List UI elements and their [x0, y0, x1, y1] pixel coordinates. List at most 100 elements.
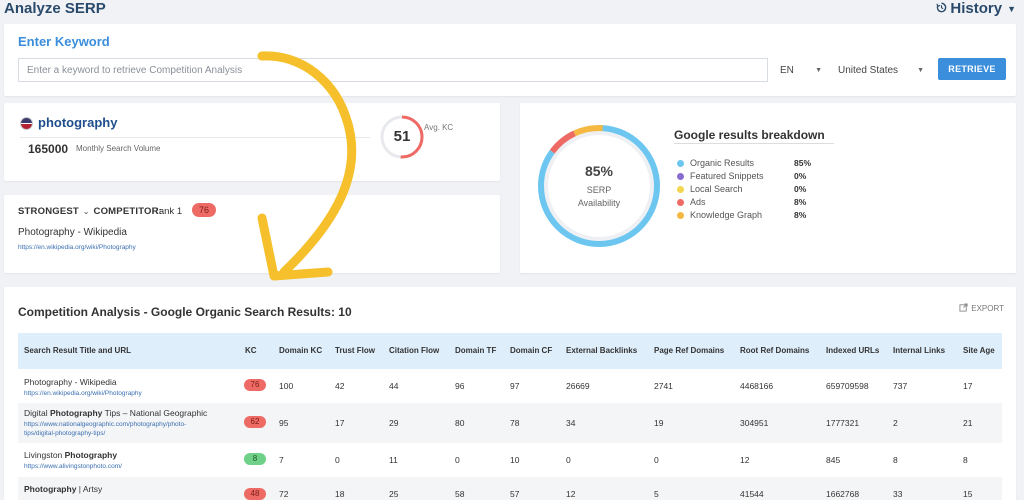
domain-cf-cell: 57 [510, 489, 520, 499]
result-url-link[interactable]: https://www.nationalgeographic.com/photo… [24, 421, 186, 428]
domain-kc-cell: 100 [279, 381, 294, 391]
legend-label: Ads [690, 197, 706, 207]
avg-kc-value: 51 [393, 128, 411, 145]
legend-value: 0% [794, 184, 807, 194]
legend-dot [677, 198, 684, 206]
top-bar: Analyze SERP History ▼ [0, 0, 1024, 20]
keyword-input[interactable] [18, 58, 768, 82]
column-header[interactable]: Site Age [963, 346, 995, 355]
domain-kc-cell: 72 [279, 489, 289, 499]
result-title[interactable]: Digital Photography Tips – National Geog… [24, 408, 207, 418]
root-ref-domains-cell: 4468166 [740, 381, 774, 391]
competitor-url-link[interactable]: https://en.wikipedia.org/wiki/Photograph… [18, 244, 136, 251]
serp-availability-label: Availability [577, 198, 621, 208]
column-header[interactable]: Indexed URLs [826, 346, 879, 355]
kc-badge: 8 [244, 453, 266, 465]
internal-links-cell: 737 [893, 381, 908, 391]
column-header[interactable]: Root Ref Domains [740, 346, 809, 355]
language-select[interactable]: EN ▼ [774, 58, 828, 82]
competitor-kc-badge: 76 [192, 203, 216, 217]
column-header[interactable]: Domain KC [279, 346, 322, 355]
column-header[interactable]: Domain TF [455, 346, 496, 355]
column-header[interactable]: Citation Flow [389, 346, 439, 355]
keyword-entry-panel: Enter Keyword EN ▼ United States ▼ RETRI… [4, 24, 1016, 96]
root-ref-domains-cell: 12 [740, 455, 750, 465]
legend-label: Organic Results [690, 158, 755, 168]
country-select[interactable]: United States ▼ [832, 58, 930, 82]
result-title[interactable]: Photography | Artsy [24, 484, 102, 494]
column-header[interactable]: Page Ref Domains [654, 346, 724, 355]
export-button[interactable]: EXPORT [959, 303, 1004, 314]
site-age-cell: 17 [963, 381, 973, 391]
serp-availability-label: SERP [586, 185, 612, 195]
keyword-entry-heading: Enter Keyword [18, 34, 110, 49]
legend-value: 0% [794, 171, 807, 181]
history-icon [936, 0, 947, 17]
legend-label: Knowledge Graph [690, 210, 763, 220]
caret-down-icon: ▼ [1007, 3, 1016, 14]
divider [674, 143, 834, 144]
export-icon [959, 303, 968, 314]
history-label: History [950, 0, 1003, 17]
result-url-link[interactable]: https://en.wikipedia.org/wiki/Photograph… [24, 390, 142, 397]
result-url-link[interactable]: https://www.alivingstonphoto.com/ [24, 463, 122, 470]
result-title[interactable]: Livingston Photography [24, 450, 117, 460]
legend-dot [677, 211, 684, 219]
search-volume-label: Monthly Search Volume [76, 144, 161, 153]
indexed-urls-cell: 845 [826, 455, 841, 465]
strongest-competitor-heading[interactable]: STRONGEST ⌄ COMPETITOR: [18, 206, 162, 217]
page-title: Analyze SERP [4, 0, 106, 17]
domain-kc-cell: 7 [279, 455, 284, 465]
domain-tf-cell: 58 [455, 489, 465, 499]
retrieve-button[interactable]: RETRIEVE [938, 58, 1006, 80]
breakdown-title: Google results breakdown [674, 128, 825, 142]
history-dropdown[interactable]: History ▼ [936, 0, 1016, 17]
result-title-text: Photography - Wikipedia [24, 377, 117, 387]
legend-value: 8% [794, 210, 807, 220]
external-backlinks-cell: 0 [566, 455, 571, 465]
external-backlinks-cell: 26669 [566, 381, 590, 391]
competitor-rank: Rank 1 [152, 206, 183, 217]
domain-cf-cell: 10 [510, 455, 520, 465]
legend-dot [677, 185, 684, 193]
column-header[interactable]: Internal Links [893, 346, 945, 355]
internal-links-cell: 33 [893, 489, 903, 499]
result-title-text: | Artsy [76, 484, 103, 494]
keyword-term: photography [38, 115, 118, 130]
external-backlinks-cell: 34 [566, 418, 576, 428]
result-title[interactable]: Photography - Wikipedia [24, 377, 117, 387]
search-volume-value: 165000 [28, 142, 69, 156]
competitor-name: Photography - Wikipedia [18, 227, 127, 238]
domain-cf-cell: 97 [510, 381, 520, 391]
legend-dot [677, 172, 684, 180]
legend-item: Ads 8% [677, 196, 806, 208]
divider [20, 137, 370, 138]
legend-item: Featured Snippets 0% [677, 170, 806, 182]
chevron-down-icon: ⌄ [82, 207, 90, 216]
column-header[interactable]: External Backlinks [566, 346, 637, 355]
indexed-urls-cell: 1777321 [826, 418, 860, 428]
result-title-keyword: Photography [64, 450, 118, 460]
trust-flow-cell: 42 [335, 381, 345, 391]
site-age-cell: 8 [963, 455, 968, 465]
legend-label: Featured Snippets [690, 171, 764, 181]
column-header[interactable]: Domain CF [510, 346, 552, 355]
column-header[interactable]: KC [245, 346, 257, 355]
legend-label: Local Search [690, 184, 743, 194]
result-title-keyword: Photography [24, 484, 77, 494]
competition-analysis-title: Competition Analysis - Google Organic Se… [18, 305, 352, 319]
citation-flow-cell: 11 [389, 455, 398, 465]
site-age-cell: 21 [963, 418, 973, 428]
heading-part-a: STRONGEST [18, 206, 79, 217]
avg-kc-label: Avg. KC [424, 123, 454, 132]
column-header[interactable]: Trust Flow [335, 346, 375, 355]
site-age-cell: 15 [963, 489, 973, 499]
legend-dot [677, 159, 684, 167]
column-header[interactable]: Search Result Title and URL [24, 346, 131, 355]
trust-flow-cell: 18 [335, 489, 345, 499]
trust-flow-cell: 0 [335, 455, 340, 465]
legend-value: 8% [794, 197, 807, 207]
result-title-text: Digital [24, 408, 50, 418]
serp-availability-value: 85% [584, 163, 614, 179]
result-url-link[interactable]: tips/digital-photography-tips/ [24, 430, 105, 437]
